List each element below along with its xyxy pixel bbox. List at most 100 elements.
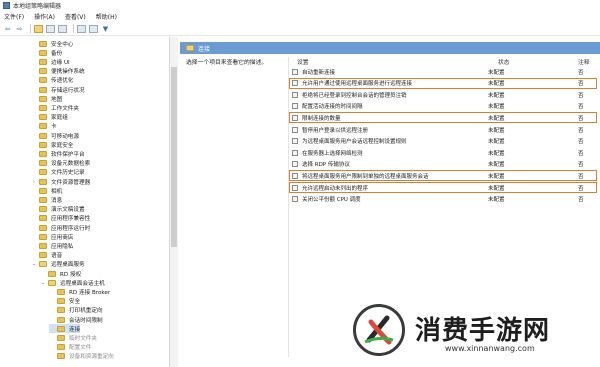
tree-item[interactable]: 家庭安全	[31, 140, 73, 149]
folder-icon	[57, 344, 65, 351]
policy-row[interactable]: 配置活动连接的时间间隔 未配置 否	[290, 102, 596, 111]
tree-item-label: 安全中心	[51, 41, 74, 48]
tree-item[interactable]: 打印机重定向	[49, 306, 103, 315]
tree-item[interactable]: RD 授权	[40, 269, 81, 278]
tree-item[interactable]: 可移动电源	[31, 131, 79, 140]
policy-setting-name: 为远程桌面服务用户会话远程控制设置规则	[302, 139, 407, 146]
folder-icon	[39, 132, 47, 139]
tree-expander-icon[interactable]: ⌄	[31, 261, 37, 267]
tree-item[interactable]: 设备和资源重定向	[49, 352, 114, 361]
policy-row[interactable]: 选择 RDP 传输协议 未配置 否	[290, 160, 596, 169]
show-hide-tree-icon[interactable]	[46, 24, 55, 33]
tree-item[interactable]: 演示文稿设置	[31, 205, 85, 214]
tree-item[interactable]: 家庭组	[31, 113, 68, 122]
policy-row[interactable]: 为远程桌面服务用户会话远程控制设置规则 未配置 否	[290, 137, 596, 146]
tree-item[interactable]: 应用商店	[31, 232, 73, 241]
policy-setting-icon	[292, 184, 298, 191]
policy-row[interactable]: 暂停用户登录以供远程注册 未配置 否	[290, 125, 596, 134]
policy-row[interactable]: 允许用户通过使用远程桌面服务进行远程连接 未配置 否	[289, 78, 597, 89]
tree-item[interactable]: RD 连接 Broker	[49, 287, 110, 296]
tree-item[interactable]: 安全	[49, 297, 80, 306]
tree-item[interactable]: 传递优化	[31, 76, 73, 85]
tree-item[interactable]: 卡	[31, 122, 57, 131]
folder-icon	[39, 252, 47, 259]
help-icon[interactable]	[77, 24, 86, 33]
tree-item-label: RD 授权	[60, 271, 82, 278]
tree-item-label: 便携操作系统	[51, 69, 85, 76]
tree-expander-icon[interactable]: ›	[31, 179, 37, 185]
pane-divider[interactable]	[288, 57, 289, 357]
menu-file[interactable]: 文件(F)	[4, 12, 24, 21]
tree-item[interactable]: 应用程序兼容性	[31, 214, 90, 223]
tree-expander-icon[interactable]: ⌄	[40, 280, 46, 286]
menu-action[interactable]: 操作(A)	[34, 12, 55, 21]
up-folder-icon[interactable]	[34, 24, 43, 33]
tree-item[interactable]: ⌄ 远程桌面服务	[31, 260, 85, 269]
folder-icon	[39, 233, 47, 240]
tree-item[interactable]: 消息	[31, 195, 62, 204]
policy-state: 未配置	[488, 185, 505, 192]
properties-icon[interactable]	[89, 24, 98, 33]
window-title: 本地组策略编辑器	[13, 3, 62, 10]
policy-setting-name: 限制连接的数量	[302, 115, 341, 122]
policy-row[interactable]: 关闭公平份额 CPU 调度 未配置 否	[290, 195, 596, 204]
tree-item[interactable]: 应用程序运行时	[31, 223, 90, 232]
tree-item-label: 打印机重定向	[69, 308, 103, 315]
tree-item[interactable]: 工作文件夹	[31, 103, 79, 112]
column-header-setting[interactable]: 设置	[297, 57, 309, 66]
tree-item[interactable]: 连接	[49, 324, 81, 334]
policy-row[interactable]: 将远程桌面服务用户限制到单独的远程桌面服务会话 未配置 否	[289, 170, 597, 181]
tree-item[interactable]: 存储运行状况	[31, 85, 85, 94]
tree-item[interactable]: 应用隐私	[31, 241, 73, 250]
tree-item[interactable]: 设备元数据检索	[31, 159, 90, 168]
tree-item-label: 文件历史记录	[51, 170, 85, 177]
policy-row[interactable]: 拒绝将已经登录到控制台会话的管理员注销 未配置 否	[290, 90, 596, 99]
column-header-state[interactable]: 状态	[498, 57, 510, 66]
policy-note: 否	[578, 81, 584, 88]
tree-item[interactable]: 备份	[31, 48, 62, 57]
policy-row[interactable]: 在服务器上选择网络检测 未配置 否	[290, 148, 596, 157]
policy-note: 否	[578, 197, 584, 204]
policy-setting-icon	[292, 126, 298, 133]
policy-note: 否	[578, 92, 584, 99]
tree-item[interactable]: 相机	[31, 186, 62, 195]
policy-note: 否	[578, 185, 584, 192]
column-header-note[interactable]: 注释	[578, 57, 590, 66]
export-icon[interactable]	[58, 24, 67, 33]
tree-item[interactable]: 软件保护平台	[31, 149, 85, 158]
title-bar: 本地组策略编辑器	[0, 0, 600, 11]
folder-icon	[39, 187, 47, 194]
tree-item[interactable]: › 文件资源管理器	[31, 177, 90, 186]
folder-icon	[39, 40, 47, 47]
forward-icon[interactable]: ⇨	[15, 24, 24, 33]
policy-row[interactable]: 限制连接的数量 未配置 否	[289, 112, 597, 123]
tree-item[interactable]: 配置文件	[49, 343, 91, 352]
tree-item[interactable]: 边缘 UI	[31, 57, 70, 66]
folder-icon	[39, 160, 47, 167]
tree-item[interactable]: 会话时间限制	[49, 315, 103, 324]
menu-help[interactable]: 帮助(H)	[96, 12, 117, 21]
tree-item[interactable]: 临时文件夹	[49, 333, 97, 342]
folder-icon	[39, 114, 47, 121]
policy-row[interactable]: 允许远程启动未列出的程序 未配置 否	[289, 182, 597, 193]
policy-note: 否	[578, 173, 584, 180]
policy-setting-name: 自动重新连接	[302, 69, 336, 76]
tree-scrollbar-thumb[interactable]	[171, 67, 177, 247]
tree-item-label: 设备和资源重定向	[69, 354, 114, 361]
policy-note: 否	[578, 69, 584, 76]
back-icon[interactable]: ⇦	[3, 24, 12, 33]
menu-view[interactable]: 查看(V)	[65, 12, 86, 21]
tree-item[interactable]: 地图	[31, 94, 62, 103]
folder-icon	[39, 77, 47, 84]
tree-item[interactable]: 便携操作系统	[31, 67, 85, 76]
folder-icon	[39, 206, 47, 213]
policy-row[interactable]: 自动重新连接 未配置 否	[290, 67, 596, 76]
filter-icon[interactable]: ▼	[101, 24, 110, 33]
tree-scrollbar[interactable]	[170, 37, 178, 367]
folder-icon	[39, 242, 47, 249]
tree-item[interactable]: 文件历史记录	[31, 168, 85, 177]
tree-item[interactable]: ⌄ 远程桌面会话主机	[40, 278, 105, 287]
tree-item[interactable]: 安全中心	[31, 39, 73, 48]
tree-item[interactable]: 语音	[31, 251, 62, 260]
policy-state: 未配置	[488, 173, 505, 180]
